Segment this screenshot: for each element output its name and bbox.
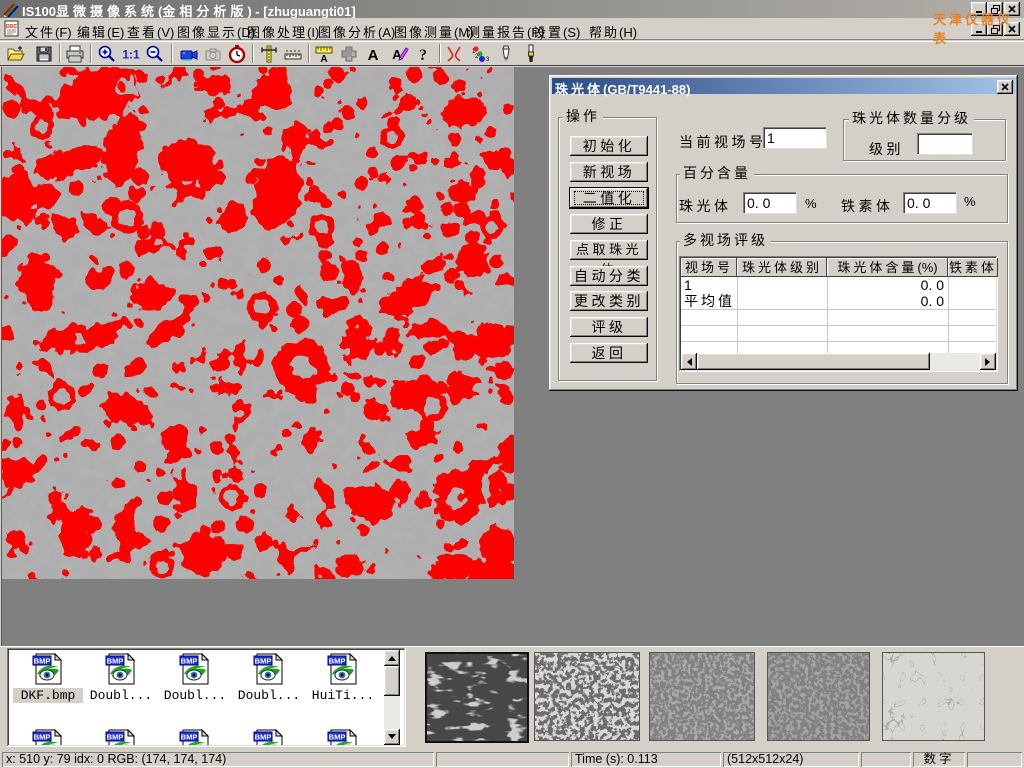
svg-text:A: A (320, 54, 327, 64)
svg-text:A: A (368, 47, 379, 64)
svg-text:BMP: BMP (329, 657, 346, 666)
svg-text:BMP: BMP (255, 733, 272, 742)
svg-text:BMP: BMP (181, 657, 198, 666)
svg-text:?: ? (419, 47, 427, 64)
svg-text:1:1: 1:1 (122, 48, 140, 62)
svg-text:BMP: BMP (255, 657, 272, 666)
svg-text:BMP: BMP (181, 733, 198, 742)
svg-text:BMP: BMP (34, 657, 51, 666)
svg-text:BMP: BMP (34, 733, 51, 742)
svg-text:DOC: DOC (6, 24, 18, 30)
svg-text:BMP: BMP (329, 733, 346, 742)
svg-text:3: 3 (486, 57, 489, 63)
svg-text:BMP: BMP (107, 733, 124, 742)
svg-text:BMP: BMP (107, 657, 124, 666)
